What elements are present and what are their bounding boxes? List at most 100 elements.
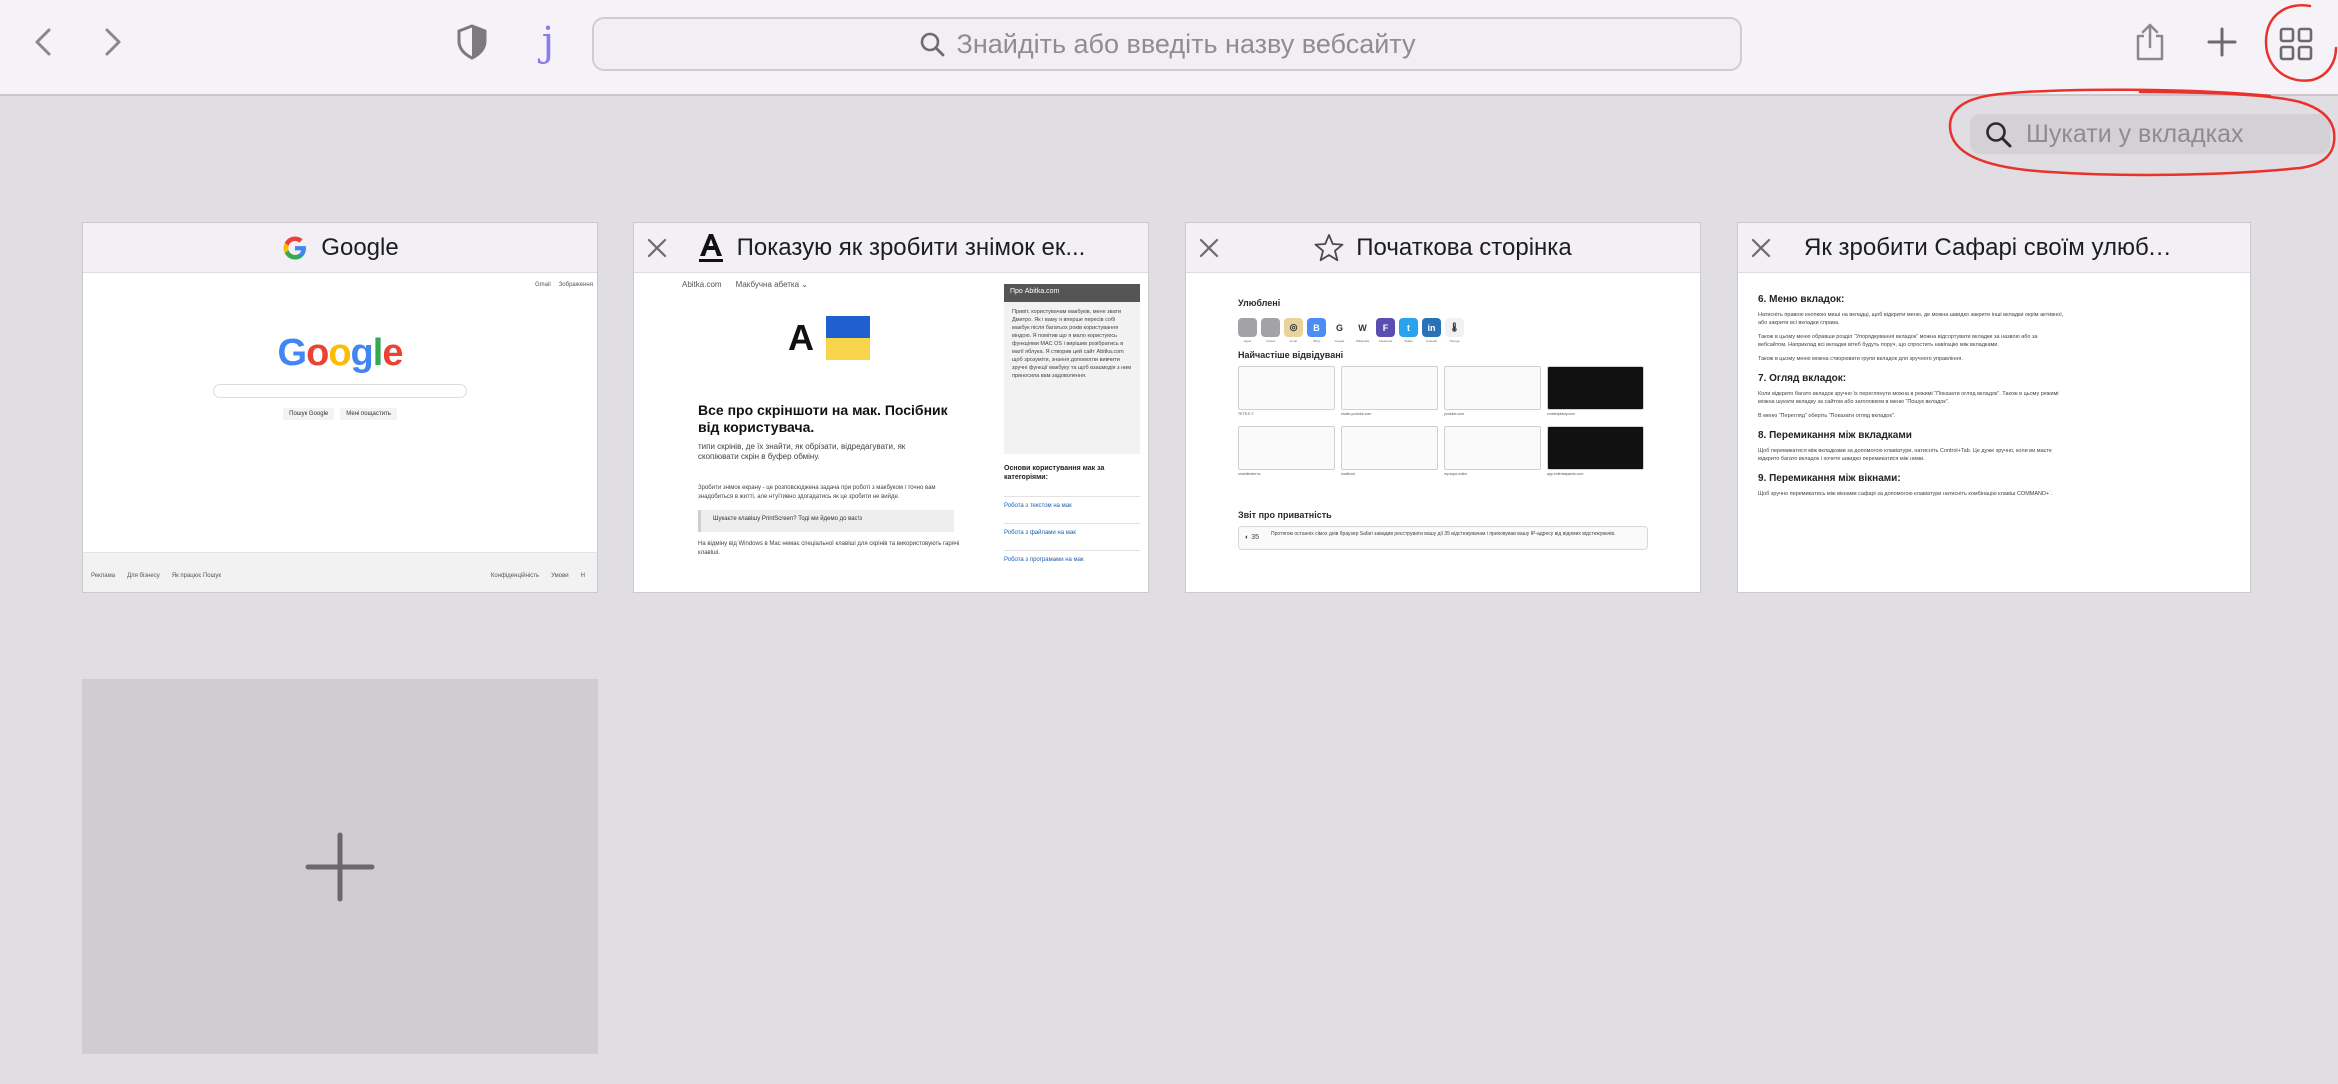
tab-title: Як зробити Сафарі своїм улюбле...	[1804, 233, 2184, 261]
abitka-nav: Abitka.com Макбучна абетка ⌄	[682, 280, 808, 289]
frequent-site: my.aspa.online	[1444, 426, 1541, 480]
google-search-box	[213, 384, 467, 398]
tab-card-start-page[interactable]: Початкова сторінка Улюблені Apple iCloud ◎…	[1185, 222, 1701, 593]
privacy-text: Протягом останніх сімох днів браузер Saf…	[1271, 531, 1616, 537]
favorite-label: ok-tar	[1289, 339, 1298, 343]
address-bar[interactable]: Знайдіть або введіть назву вебсайту	[592, 17, 1742, 71]
grid-icon	[2279, 27, 2313, 61]
abitka-icon	[697, 232, 725, 264]
tab-thumbnail: Улюблені Apple iCloud ◎ ok-tar B Bing G Google W…	[1186, 274, 1700, 592]
favorite-icon: B	[1307, 318, 1326, 337]
site-caption: my.aspa.online	[1444, 472, 1468, 476]
article-paragraph: Коли відкрито багато вкладок зручно їх п…	[1758, 391, 2059, 405]
frequent-site: contentplanly.com	[1547, 366, 1644, 420]
site-preview	[1341, 366, 1438, 410]
close-icon[interactable]	[1196, 235, 1222, 261]
favorite-item: t Twitter	[1399, 318, 1418, 343]
tab-card-header: Як зробити Сафарі своїм улюбле...	[1738, 223, 2250, 273]
shield-icon	[457, 24, 487, 60]
share-icon	[2136, 23, 2164, 61]
site-preview	[1547, 426, 1644, 470]
close-icon[interactable]	[1748, 235, 1774, 261]
google-icon	[281, 234, 309, 262]
favorite-item: G Google	[1330, 318, 1349, 343]
site-preview	[1341, 426, 1438, 470]
tab-card-header: Початкова сторінка	[1186, 223, 1700, 273]
favorite-icon: F	[1376, 318, 1395, 337]
favorite-item: iCloud	[1261, 318, 1280, 343]
article-paragraph: В меню “Перегляд” оберіть “Показати огля…	[1758, 413, 1896, 419]
tab-overview-button[interactable]	[2268, 16, 2324, 72]
tab-search-field[interactable]: Шукати у вкладках	[1970, 114, 2330, 154]
plus-icon	[305, 832, 375, 901]
search-icon	[1986, 122, 2012, 148]
search-icon	[920, 32, 944, 57]
abitka-logo: A	[788, 316, 878, 365]
google-top-links: Gmail Зображення	[535, 282, 593, 288]
favorite-icon: 🌡	[1445, 318, 1464, 337]
favorite-icon: G	[1330, 318, 1349, 337]
favorite-label: Google	[1334, 339, 1345, 343]
article-paragraph: Щоб перемикатися між вкладками за допомо…	[1758, 448, 2052, 462]
site-caption: localhost	[1341, 472, 1355, 476]
favorites-heading: Улюблені	[1238, 298, 1281, 308]
favorite-label: Facebook	[1378, 339, 1393, 343]
plus-icon	[2207, 27, 2237, 57]
tab-title: Початкова сторінка	[1356, 233, 1572, 261]
tab-thumbnail: Gmail Зображення Google Пошук Google Мені …	[83, 274, 597, 592]
frequent-list: TETR.E.T studio.youtube.com youtube.com con…	[1238, 366, 1648, 480]
tab-thumbnail: Abitka.com Макбучна абетка ⌄ A Все про ск…	[634, 274, 1148, 592]
site-preview	[1238, 366, 1335, 410]
frequent-site: localhost	[1341, 426, 1438, 480]
favorite-item: 🌡 Погода	[1445, 318, 1464, 343]
forward-button[interactable]	[88, 18, 136, 66]
chevron-right-icon	[105, 28, 121, 56]
abitka-paragraph: Зробити знімок екрану - це розповсюджена…	[698, 485, 936, 500]
frequent-site: app.entertaspamis.com	[1547, 426, 1644, 480]
address-placeholder: Знайдіть або введіть назву вебсайту	[956, 28, 1416, 59]
share-button[interactable]	[2124, 16, 2176, 68]
frequent-site: youtube.com	[1444, 366, 1541, 420]
tab-card-google[interactable]: Google Gmail Зображення Google Пошук Goog…	[82, 222, 598, 593]
back-button[interactable]	[20, 18, 68, 66]
site-caption: TETR.E.T	[1238, 412, 1254, 416]
favorite-icon: t	[1399, 318, 1418, 337]
site-preview	[1238, 426, 1335, 470]
site-preview	[1547, 366, 1644, 410]
favorite-label: Wikipedia	[1355, 339, 1369, 343]
article-content: 6. Меню вкладок: Натисніть правою кнопкою…	[1758, 284, 2064, 498]
favorite-label: Twitter	[1404, 339, 1413, 343]
abitka-quote: Шукаєте клавішу PrintScreen? Тоді ми йде…	[698, 510, 954, 532]
privacy-report: ◐ 35 Протягом останніх сімох днів браузе…	[1238, 526, 1648, 550]
article-heading: 6. Меню вкладок:	[1758, 294, 1845, 305]
close-icon[interactable]	[644, 235, 670, 261]
site-caption: studio.youtube.com	[1341, 412, 1372, 416]
tab-card-safari-article[interactable]: Як зробити Сафарі своїм улюбле... 6. Мен…	[1737, 222, 2251, 593]
tab-search-placeholder: Шукати у вкладках	[2026, 119, 2244, 148]
extension-button[interactable]: j	[526, 14, 570, 70]
new-tab-button[interactable]	[2196, 16, 2248, 68]
favorite-icon	[1238, 318, 1257, 337]
site-caption: youtube.com	[1444, 412, 1465, 416]
article-paragraph: Також в цьому меню можна створювати груп…	[1758, 356, 1963, 362]
site-preview	[1444, 426, 1541, 470]
tab-title: Google	[321, 233, 399, 261]
frequent-site: studio.youtube.com	[1341, 366, 1438, 420]
tab-card-abitka[interactable]: Показую як зробити знімок ек... Abitka.c…	[633, 222, 1149, 593]
favorite-icon: in	[1422, 318, 1441, 337]
google-logo: Google	[277, 332, 404, 374]
google-buttons: Пошук Google Мені пощастить	[83, 408, 597, 420]
privacy-report-button[interactable]	[448, 18, 496, 66]
privacy-count: ◐ 35	[1245, 534, 1259, 541]
favorite-icon: ◎	[1284, 318, 1303, 337]
chevron-left-icon	[35, 28, 51, 56]
article-paragraph: Також в цьому меню обравши розділ “Упоря…	[1758, 334, 2038, 348]
favorite-item: in LinkedIn	[1422, 318, 1441, 343]
tab-thumbnail: 6. Меню вкладок: Натисніть правою кнопкою…	[1738, 274, 2250, 592]
favorite-icon	[1261, 318, 1280, 337]
tab-title: Показую як зробити знімок ек...	[736, 233, 1086, 261]
browser-toolbar: j Знайдіть або введіть назву вебсайту	[0, 0, 2338, 96]
favorite-label: Погода	[1449, 339, 1460, 343]
new-tab-tile[interactable]	[82, 679, 598, 1054]
favorite-item: ◎ ok-tar	[1284, 318, 1303, 343]
